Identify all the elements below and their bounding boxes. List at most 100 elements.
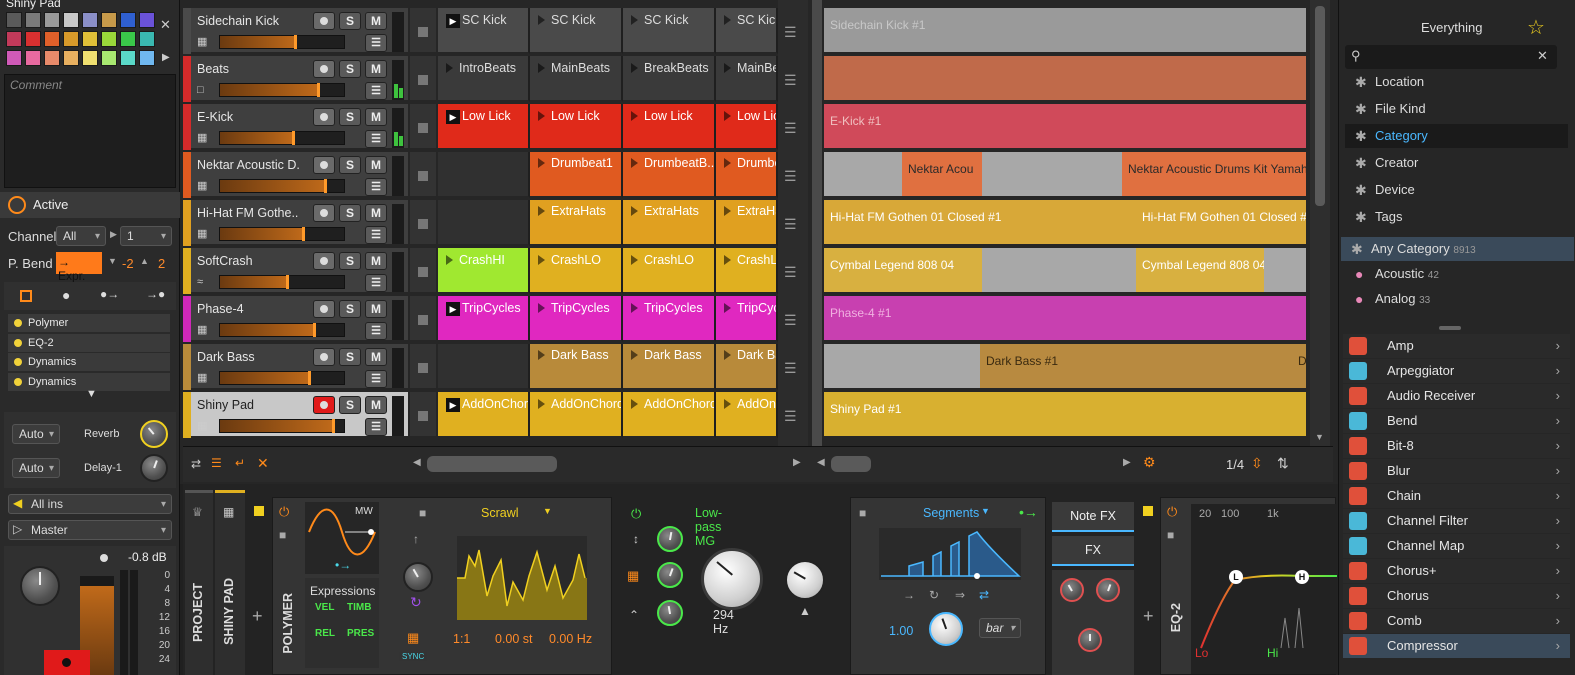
clip[interactable]: TripCycles <box>716 296 778 342</box>
mute-button[interactable]: M <box>365 396 387 414</box>
clip[interactable]: MainBeats <box>530 56 623 102</box>
clip[interactable]: TripCycles <box>530 296 623 342</box>
record-arm-button[interactable] <box>313 60 335 78</box>
stop-all-icon[interactable]: ✕ <box>257 455 269 472</box>
color-swatch[interactable] <box>63 12 79 28</box>
filter-item[interactable]: ✱ Creator <box>1345 151 1568 175</box>
filter-item[interactable]: ✱ Device <box>1345 178 1568 202</box>
play-icon[interactable]: ▶ <box>162 52 170 63</box>
channel-dropdown[interactable]: All <box>56 226 106 246</box>
track-tab[interactable]: ▦ SHINY PAD <box>215 490 245 675</box>
zoom-fit-icon[interactable]: ⇳ <box>1251 455 1263 472</box>
track-name[interactable]: SoftCrash <box>197 254 299 268</box>
mute-button[interactable]: M <box>365 204 387 222</box>
scene-launch-icon[interactable]: ☰ <box>784 360 797 377</box>
arranger-lane[interactable]: Shiny Pad #1 <box>824 392 1306 438</box>
clip[interactable]: Low Lick <box>716 104 778 150</box>
clip[interactable]: Drumbeat <box>716 152 778 198</box>
output-tab-icon[interactable]: →● <box>146 287 165 301</box>
scene-launch-icon[interactable]: ☰ <box>784 264 797 281</box>
play-icon[interactable] <box>631 111 638 121</box>
env-amount-knob[interactable] <box>657 600 683 626</box>
mute-button[interactable]: M <box>365 156 387 174</box>
clip-stop-button[interactable] <box>410 296 436 342</box>
play-icon[interactable] <box>538 15 545 25</box>
comment-field[interactable]: Comment <box>4 74 176 188</box>
track-header[interactable]: E-Kick ▦ S M ☰ <box>183 104 408 150</box>
clip[interactable]: Dark Bass <box>623 344 716 390</box>
envelope-name[interactable]: Segments <box>923 506 979 520</box>
play-icon[interactable]: ▶ <box>446 302 460 316</box>
arranger-scroll-right-icon[interactable]: ▶ <box>1123 457 1131 468</box>
wavetable-display[interactable] <box>457 536 587 620</box>
folder-icon[interactable]: ■ <box>859 506 866 520</box>
scene-launch-icon[interactable]: ☰ <box>784 408 797 425</box>
record-arm-button[interactable] <box>313 252 335 270</box>
clip-stop-button[interactable] <box>410 392 436 438</box>
modulation-icon[interactable]: •→ <box>1019 504 1038 520</box>
scroll-down-icon[interactable]: ▼ <box>1315 432 1324 442</box>
filter-name[interactable]: Low-pass MG <box>695 506 722 548</box>
color-swatch[interactable] <box>6 12 22 28</box>
lo-band-handle[interactable]: L <box>1229 570 1243 584</box>
arranger-lane[interactable]: Nektar Acou Nektar Acoustic Drums Kit Yam… <box>824 152 1306 198</box>
delay-send-knob[interactable] <box>140 454 168 482</box>
chevron-right-icon[interactable]: › <box>1556 459 1560 483</box>
arranger-lane[interactable]: Sidechain Kick #1 <box>824 8 1306 54</box>
play-icon[interactable]: ▶ <box>446 110 460 124</box>
track-menu-icon[interactable]: ☰ <box>365 418 387 436</box>
device-browser-item[interactable]: Bend › <box>1343 409 1570 433</box>
track-name[interactable]: E-Kick <box>197 110 299 124</box>
arranger-hscrollbar[interactable] <box>831 456 871 472</box>
device-browser-item[interactable]: Chorus › <box>1343 584 1570 608</box>
color-swatch[interactable] <box>25 50 41 66</box>
device-list-item[interactable]: Dynamics <box>8 353 170 371</box>
track-menu-icon[interactable]: ☰ <box>365 274 387 292</box>
track-name[interactable]: Sidechain Kick <box>197 14 299 28</box>
folder-icon[interactable]: ■ <box>419 506 426 520</box>
device-browser-item[interactable]: Audio Receiver › <box>1343 384 1570 408</box>
category-item[interactable]: ● Acoustic 42 <box>1345 262 1568 286</box>
arranger-clip[interactable]: Dark Bass #1 <box>980 344 1306 388</box>
power-icon[interactable] <box>8 196 26 214</box>
scroll-right-icon[interactable]: ▶ <box>793 457 801 468</box>
clip[interactable]: SC Kick <box>716 8 778 54</box>
device-browser-item[interactable]: Arpeggiator › <box>1343 359 1570 383</box>
category-item[interactable]: ✱ Any Category 8913 <box>1341 237 1574 261</box>
chevron-right-icon[interactable]: › <box>1556 409 1560 433</box>
clip[interactable]: SC Kick <box>530 8 623 54</box>
output-dropdown[interactable]: ▷ Master <box>8 520 172 540</box>
track-name[interactable]: Nektar Acoustic D... <box>197 158 299 172</box>
channel-number-dropdown[interactable]: 1 <box>120 226 172 246</box>
power-icon[interactable]: ⏻ <box>279 504 289 520</box>
device-browser-item[interactable]: Comb › <box>1343 609 1570 633</box>
eq-lo-label[interactable]: Lo <box>1195 646 1208 660</box>
resonance-knob[interactable] <box>657 526 683 552</box>
color-swatch[interactable] <box>120 12 136 28</box>
output-knob-3[interactable] <box>1078 628 1102 652</box>
color-swatch[interactable] <box>44 50 60 66</box>
filter-item[interactable]: ✱ Category <box>1345 124 1568 148</box>
segments-value[interactable]: 1.00 <box>889 624 913 638</box>
filter-item[interactable]: ✱ Tags <box>1345 205 1568 229</box>
clip[interactable]: BreakBeats <box>623 56 716 102</box>
track-volume-slider[interactable] <box>219 371 345 385</box>
arranger-scrollbar[interactable]: ▼ <box>1310 0 1330 446</box>
ratio-value[interactable]: 1:1 <box>453 632 470 646</box>
play-icon[interactable] <box>446 255 453 265</box>
clip-stop-button[interactable] <box>410 152 436 198</box>
arranger-lane[interactable]: Phase-4 #1 <box>824 296 1306 342</box>
scene-launch-icon[interactable]: ☰ <box>784 168 797 185</box>
record-arm-button[interactable] <box>313 12 335 30</box>
play-icon[interactable] <box>724 303 731 313</box>
mod-loop-icon[interactable]: ↻ <box>410 594 422 611</box>
solo-button[interactable]: S <box>339 252 361 270</box>
track-name[interactable]: Shiny Pad <box>197 398 299 412</box>
clip[interactable]: IntroBeats <box>438 56 530 102</box>
arranger-clip[interactable]: Sidechain Kick #1 <box>824 8 1306 52</box>
clip[interactable]: Dark Bass <box>530 344 623 390</box>
arranger-clip[interactable]: Hi-Hat FM Gothen 01 Closed # <box>1136 200 1306 244</box>
eq-hi-label[interactable]: Hi <box>1267 646 1278 660</box>
clip[interactable]: ExtraHats <box>530 200 623 246</box>
clear-search-icon[interactable]: ✕ <box>1537 48 1548 64</box>
